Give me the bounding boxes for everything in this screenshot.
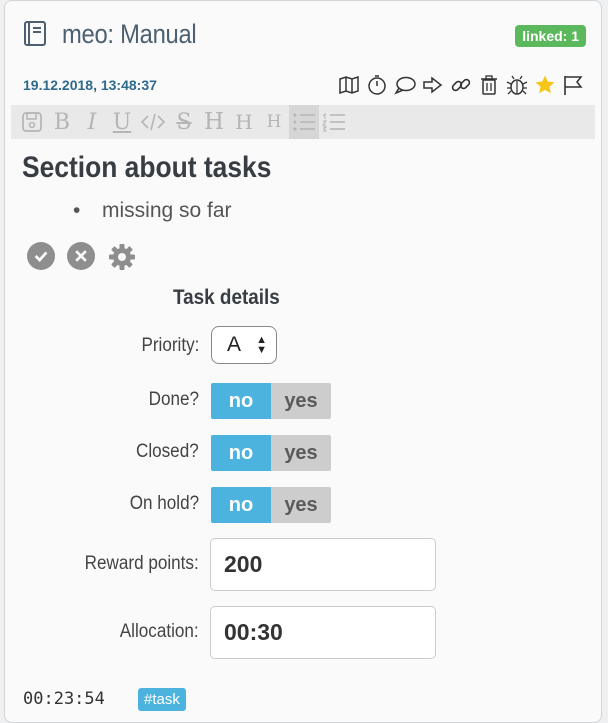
bullet-list: missing so far bbox=[77, 199, 232, 223]
closed-label: Closed? bbox=[136, 441, 199, 462]
linked-badge[interactable]: linked: 1 bbox=[515, 25, 586, 47]
comment-icon[interactable] bbox=[393, 72, 417, 98]
page-title: meo: Manual bbox=[62, 19, 197, 49]
underline-button[interactable]: U bbox=[107, 105, 137, 139]
timestamp: 19.12.2018, 13:48:37 bbox=[23, 77, 157, 93]
done-yes-option[interactable]: yes bbox=[271, 383, 331, 419]
reward-points-input[interactable]: 200 bbox=[210, 538, 436, 591]
tag-badge[interactable]: #task bbox=[138, 688, 186, 711]
allocation-label: Allocation: bbox=[120, 621, 199, 642]
note-header: meo: Manual linked: 1 19.12.2018, 13:48:… bbox=[5, 1, 601, 95]
stopwatch-icon[interactable] bbox=[365, 72, 389, 98]
reward-points-label: Reward points: bbox=[84, 553, 199, 574]
elapsed-timer: 00:23:54 bbox=[23, 689, 105, 709]
code-icon[interactable] bbox=[137, 105, 169, 139]
closed-no-option[interactable]: no bbox=[211, 435, 271, 471]
onhold-yes-option[interactable]: yes bbox=[271, 487, 331, 523]
section-heading: Section about tasks bbox=[22, 151, 272, 184]
editor-toolbar: B I U S H H H bbox=[11, 105, 595, 139]
task-details-heading: Task details bbox=[173, 286, 280, 309]
gear-icon[interactable] bbox=[107, 242, 137, 272]
trash-icon[interactable] bbox=[477, 72, 501, 98]
heading2-button[interactable]: H bbox=[229, 105, 259, 139]
done-toggle[interactable]: no yes bbox=[211, 383, 331, 419]
action-bar bbox=[337, 72, 585, 98]
done-label: Done? bbox=[148, 389, 199, 410]
onhold-no-option[interactable]: no bbox=[211, 487, 271, 523]
numbered-list-icon[interactable] bbox=[319, 105, 349, 139]
onhold-label: On hold? bbox=[129, 493, 199, 514]
check-circle-icon[interactable] bbox=[27, 242, 55, 270]
list-item: missing so far bbox=[77, 199, 232, 223]
book-icon bbox=[24, 21, 46, 46]
cancel-circle-icon[interactable] bbox=[67, 242, 95, 270]
closed-yes-option[interactable]: yes bbox=[271, 435, 331, 471]
closed-toggle[interactable]: no yes bbox=[211, 435, 331, 471]
select-arrows-icon: ▲ ▼ bbox=[256, 334, 267, 356]
note-card: meo: Manual linked: 1 19.12.2018, 13:48:… bbox=[4, 0, 602, 723]
onhold-toggle[interactable]: no yes bbox=[211, 487, 331, 523]
italic-button[interactable]: I bbox=[77, 105, 107, 139]
link-icon[interactable] bbox=[449, 72, 473, 98]
map-icon[interactable] bbox=[337, 72, 361, 98]
allocation-input[interactable]: 00:30 bbox=[210, 606, 436, 659]
done-no-option[interactable]: no bbox=[211, 383, 271, 419]
bold-button[interactable]: B bbox=[47, 105, 77, 139]
priority-value: A bbox=[227, 333, 242, 356]
priority-label: Priority: bbox=[141, 335, 199, 356]
flag-icon[interactable] bbox=[561, 72, 585, 98]
heading3-button[interactable]: H bbox=[259, 105, 289, 139]
star-icon[interactable] bbox=[533, 72, 557, 98]
bullet-list-icon[interactable] bbox=[289, 105, 319, 139]
task-icon-row bbox=[27, 242, 137, 272]
priority-select[interactable]: A ▲ ▼ bbox=[211, 326, 277, 364]
save-icon[interactable] bbox=[17, 105, 47, 139]
bug-icon[interactable] bbox=[505, 72, 529, 98]
share-icon[interactable] bbox=[421, 72, 445, 98]
heading1-button[interactable]: H bbox=[199, 105, 229, 139]
strikethrough-button[interactable]: S bbox=[169, 105, 199, 139]
